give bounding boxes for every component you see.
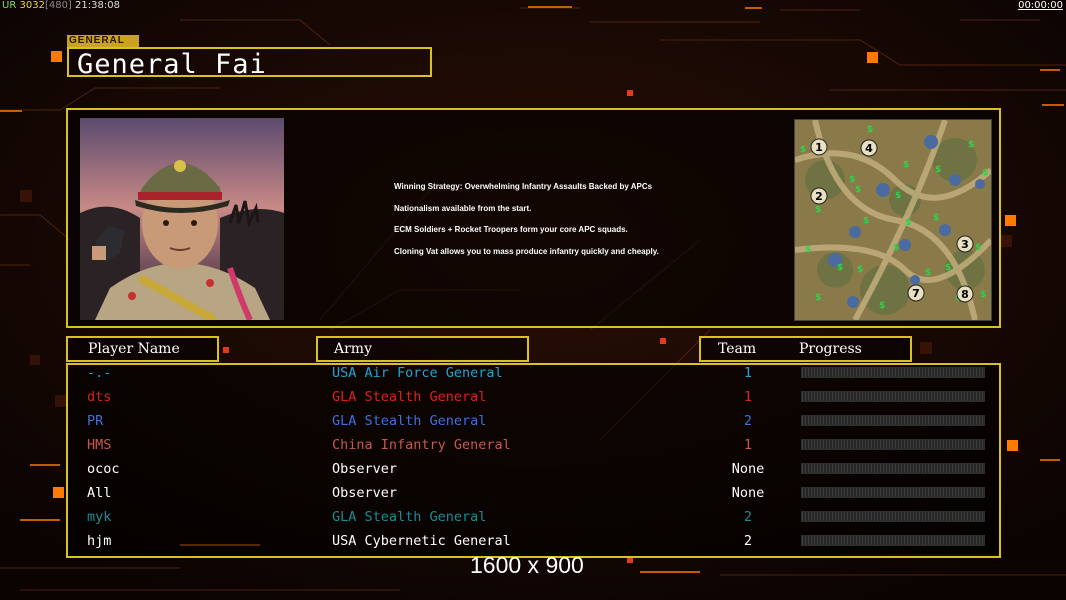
svg-text:$: $ bbox=[895, 191, 901, 201]
general-portrait bbox=[80, 118, 284, 320]
general-title-box: General Fai bbox=[67, 47, 432, 80]
strategy-line: Winning Strategy: Overwhelming Infantry … bbox=[394, 182, 653, 191]
svg-text:$: $ bbox=[945, 263, 951, 273]
player-name: hjm bbox=[87, 533, 112, 549]
svg-text:$: $ bbox=[863, 216, 869, 226]
strategy-text: Winning Strategy: Overwhelming Infantry … bbox=[394, 182, 659, 268]
svg-text:$: $ bbox=[903, 160, 909, 170]
player-name: -.- bbox=[87, 365, 112, 381]
player-progress-bar bbox=[801, 511, 985, 522]
player-progress-bar bbox=[801, 415, 985, 426]
player-army: GLA Stealth General bbox=[332, 389, 487, 405]
player-army: USA Cybernetic General bbox=[332, 533, 511, 549]
player-progress-bar bbox=[801, 439, 985, 450]
svg-text:$: $ bbox=[968, 140, 974, 150]
svg-text:$: $ bbox=[849, 175, 855, 185]
svg-text:$: $ bbox=[879, 301, 885, 311]
start-position-label: 7 bbox=[912, 287, 920, 300]
player-team: 1 bbox=[743, 437, 753, 453]
header-player-name[interactable]: Player Name bbox=[66, 336, 219, 362]
minimap: $$$ $$$ $$$ $$$ $$$ $$$ $$$ $$$ 1 4 2 3 … bbox=[794, 119, 992, 321]
player-team: 2 bbox=[743, 509, 753, 525]
player-progress-bar bbox=[801, 487, 985, 498]
player-row[interactable]: dts GLA Stealth General 1 bbox=[0, 386, 1066, 410]
strategy-line: Nationalism available from the start. bbox=[394, 203, 532, 213]
svg-text:$: $ bbox=[867, 125, 873, 135]
header-team-progress[interactable]: Team Progress bbox=[699, 336, 912, 362]
resolution-label: 1600 x 900 bbox=[470, 552, 584, 578]
player-progress-bar bbox=[801, 367, 985, 378]
general-name: General Fai bbox=[77, 49, 267, 80]
player-team: None bbox=[731, 461, 765, 477]
player-progress-bar bbox=[801, 391, 985, 402]
svg-text:$: $ bbox=[975, 243, 981, 253]
svg-text:$: $ bbox=[857, 265, 863, 275]
start-position-label: 2 bbox=[815, 190, 823, 203]
game-timer: 00:00:00 bbox=[1018, 0, 1063, 11]
start-position-label: 8 bbox=[961, 288, 969, 301]
fps-limit: [480] bbox=[44, 0, 72, 11]
player-army: Observer bbox=[332, 461, 398, 477]
svg-text:$: $ bbox=[980, 290, 986, 300]
ur-label: UR bbox=[2, 0, 17, 11]
svg-text:$: $ bbox=[805, 245, 811, 255]
svg-text:$: $ bbox=[815, 293, 821, 303]
player-progress-bar bbox=[801, 463, 985, 474]
player-team: 2 bbox=[743, 533, 753, 549]
player-name: myk bbox=[87, 509, 112, 525]
player-army: GLA Stealth General bbox=[332, 413, 487, 429]
fps-value: 30 bbox=[19, 0, 33, 11]
fps-value-2: 32 bbox=[32, 0, 45, 11]
player-row[interactable]: myk GLA Stealth General 2 bbox=[0, 506, 1066, 530]
player-row[interactable]: -.- USA Air Force General 1 bbox=[0, 362, 1066, 386]
header-army-label: Army bbox=[334, 341, 372, 357]
svg-text:$: $ bbox=[925, 268, 931, 278]
player-name: ococ bbox=[87, 461, 120, 477]
clock-time: 21:38:08 bbox=[75, 0, 120, 11]
player-army: USA Air Force General bbox=[332, 365, 503, 381]
start-position-label: 1 bbox=[815, 141, 823, 154]
player-row[interactable]: hjm USA Cybernetic General 2 bbox=[0, 530, 1066, 554]
player-name: All bbox=[87, 485, 112, 501]
strategy-line: ECM Soldiers + Rocket Troopers form your… bbox=[394, 225, 628, 234]
player-row[interactable]: ococ Observer None bbox=[0, 458, 1066, 482]
svg-text:$: $ bbox=[982, 168, 988, 178]
player-name: HMS bbox=[87, 437, 112, 453]
header-progress-label: Progress bbox=[799, 341, 862, 357]
svg-text:$: $ bbox=[855, 185, 861, 195]
svg-text:$: $ bbox=[800, 145, 806, 155]
player-row[interactable]: HMS China Infantry General 1 bbox=[0, 434, 1066, 458]
player-team: None bbox=[731, 485, 765, 501]
player-team: 2 bbox=[743, 413, 753, 429]
strategy-line: Cloning Vat allows you to mass produce i… bbox=[394, 246, 659, 256]
fps-readout: UR 3032[480] 21:38:08 bbox=[2, 0, 120, 11]
player-row[interactable]: PR GLA Stealth General 2 bbox=[0, 410, 1066, 434]
general-tag: GENERAL bbox=[67, 35, 139, 47]
svg-text:$: $ bbox=[893, 243, 899, 253]
player-name: dts bbox=[87, 389, 112, 405]
header-army[interactable]: Army bbox=[316, 336, 529, 362]
svg-text:$: $ bbox=[935, 165, 941, 175]
start-position-label: 3 bbox=[961, 238, 969, 251]
header-player-name-label: Player Name bbox=[88, 341, 180, 357]
svg-text:$: $ bbox=[933, 213, 939, 223]
player-team: 1 bbox=[743, 365, 753, 381]
player-row[interactable]: All Observer None bbox=[0, 482, 1066, 506]
start-position-label: 4 bbox=[865, 142, 873, 155]
svg-text:$: $ bbox=[815, 205, 821, 215]
player-progress-bar bbox=[801, 535, 985, 546]
player-army: GLA Stealth General bbox=[332, 509, 487, 525]
player-team: 1 bbox=[743, 389, 753, 405]
player-army: Observer bbox=[332, 485, 398, 501]
svg-text:$: $ bbox=[905, 218, 911, 228]
player-army: China Infantry General bbox=[332, 437, 511, 453]
svg-text:$: $ bbox=[837, 263, 843, 273]
player-name: PR bbox=[87, 413, 104, 429]
header-team-label: Team bbox=[718, 341, 757, 357]
